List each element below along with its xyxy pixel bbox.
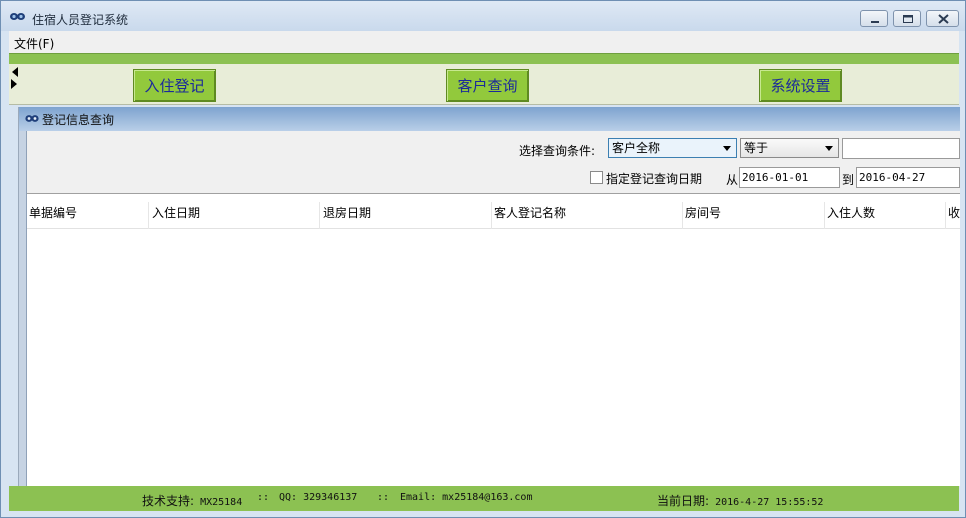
column-header[interactable]: 入住日期 xyxy=(152,204,200,221)
to-date-input[interactable]: 2016-04-27 xyxy=(856,167,960,188)
qq-info: QQ: 329346137 xyxy=(279,492,357,503)
close-button[interactable] xyxy=(926,10,959,27)
separator: :: xyxy=(377,492,390,503)
from-date-input[interactable]: 2016-01-01 xyxy=(739,167,840,188)
column-divider xyxy=(148,202,149,229)
column-header[interactable]: 客人登记名称 xyxy=(494,204,566,221)
status-bar: 技术支持: MX25184 :: QQ: 329346137 :: Email:… xyxy=(9,486,959,511)
panel-title-bar: 登记信息查询 xyxy=(19,107,960,131)
column-divider xyxy=(824,202,825,229)
operator-value: 等于 xyxy=(744,141,769,155)
condition-field-value: 客户全称 xyxy=(612,141,661,155)
checkin-button[interactable]: 入住登记 xyxy=(133,69,216,102)
toolbar-collapse-arrows-icon[interactable] xyxy=(9,64,20,105)
chevron-down-icon xyxy=(723,146,731,151)
menu-file[interactable]: 文件(F) xyxy=(14,35,54,52)
support-label: 技术支持: xyxy=(142,494,195,508)
minimize-button[interactable] xyxy=(860,10,888,27)
email-value: mx25184@163.com xyxy=(442,492,533,503)
query-value-input[interactable] xyxy=(842,138,960,159)
chevron-down-icon xyxy=(825,146,833,151)
menu-bar: 文件(F) xyxy=(9,31,959,53)
column-divider xyxy=(319,202,320,229)
to-label: 到 xyxy=(842,173,855,187)
customer-query-button[interactable]: 客户查询 xyxy=(446,69,529,102)
date-label: 当前日期: xyxy=(657,494,710,508)
system-settings-button[interactable]: 系统设置 xyxy=(759,69,842,102)
maximize-button[interactable] xyxy=(893,10,921,27)
support-value: MX25184 xyxy=(200,497,243,508)
from-label: 从 xyxy=(726,173,739,187)
qq-value: 329346137 xyxy=(303,492,358,503)
column-divider xyxy=(945,202,946,229)
operator-select[interactable]: 等于 xyxy=(740,138,839,158)
panel-icon xyxy=(25,115,39,122)
column-divider xyxy=(682,202,683,229)
table-header: 单据编号 入住日期 退房日期 客人登记名称 房间号 入住人数 收 xyxy=(27,194,960,229)
qq-label: QQ: xyxy=(279,492,298,503)
panel-left-border xyxy=(19,131,27,486)
date-info: 当前日期: 2016-4-27 15:55:52 xyxy=(657,492,823,509)
date-filter-checkbox[interactable] xyxy=(590,171,603,184)
toolbar: 入住登记 客户查询 系统设置 xyxy=(9,64,959,105)
minimize-icon xyxy=(871,21,879,23)
panel-title: 登记信息查询 xyxy=(42,113,115,127)
date-value: 2016-4-27 15:55:52 xyxy=(715,497,824,508)
separator: :: xyxy=(257,492,270,503)
restore-icon xyxy=(903,15,913,23)
email-label: Email: xyxy=(400,492,437,503)
green-divider xyxy=(9,53,959,64)
query-panel: 登记信息查询 选择查询条件: 客户全称 等于 指定登记查询日期 从 2016-0… xyxy=(18,107,960,486)
results-table: 单据编号 入住日期 退房日期 客人登记名称 房间号 入住人数 收 xyxy=(27,193,960,486)
column-header[interactable]: 单据编号 xyxy=(29,204,77,221)
query-form: 选择查询条件: 客户全称 等于 指定登记查询日期 从 2016-01-01 到 … xyxy=(27,131,960,193)
email-info: Email: mx25184@163.com xyxy=(400,492,532,503)
close-icon xyxy=(938,14,949,24)
condition-field-select[interactable]: 客户全称 xyxy=(608,138,737,158)
window-title: 住宿人员登记系统 xyxy=(32,13,129,27)
date-filter-label: 指定登记查询日期 xyxy=(606,172,703,186)
support-info: 技术支持: MX25184 xyxy=(142,492,242,509)
column-divider xyxy=(491,202,492,229)
main-window: 住宿人员登记系统 文件(F) 入住登记 客户查询 系统设置 登记信息查询 选择查… xyxy=(0,0,966,518)
column-header[interactable]: 退房日期 xyxy=(323,204,371,221)
condition-label: 选择查询条件: xyxy=(519,144,596,158)
title-bar[interactable]: 住宿人员登记系统 xyxy=(1,1,965,31)
column-header[interactable]: 入住人数 xyxy=(827,204,875,221)
app-icon xyxy=(10,13,25,20)
column-header[interactable]: 房间号 xyxy=(685,204,721,221)
column-header[interactable]: 收 xyxy=(948,204,960,221)
